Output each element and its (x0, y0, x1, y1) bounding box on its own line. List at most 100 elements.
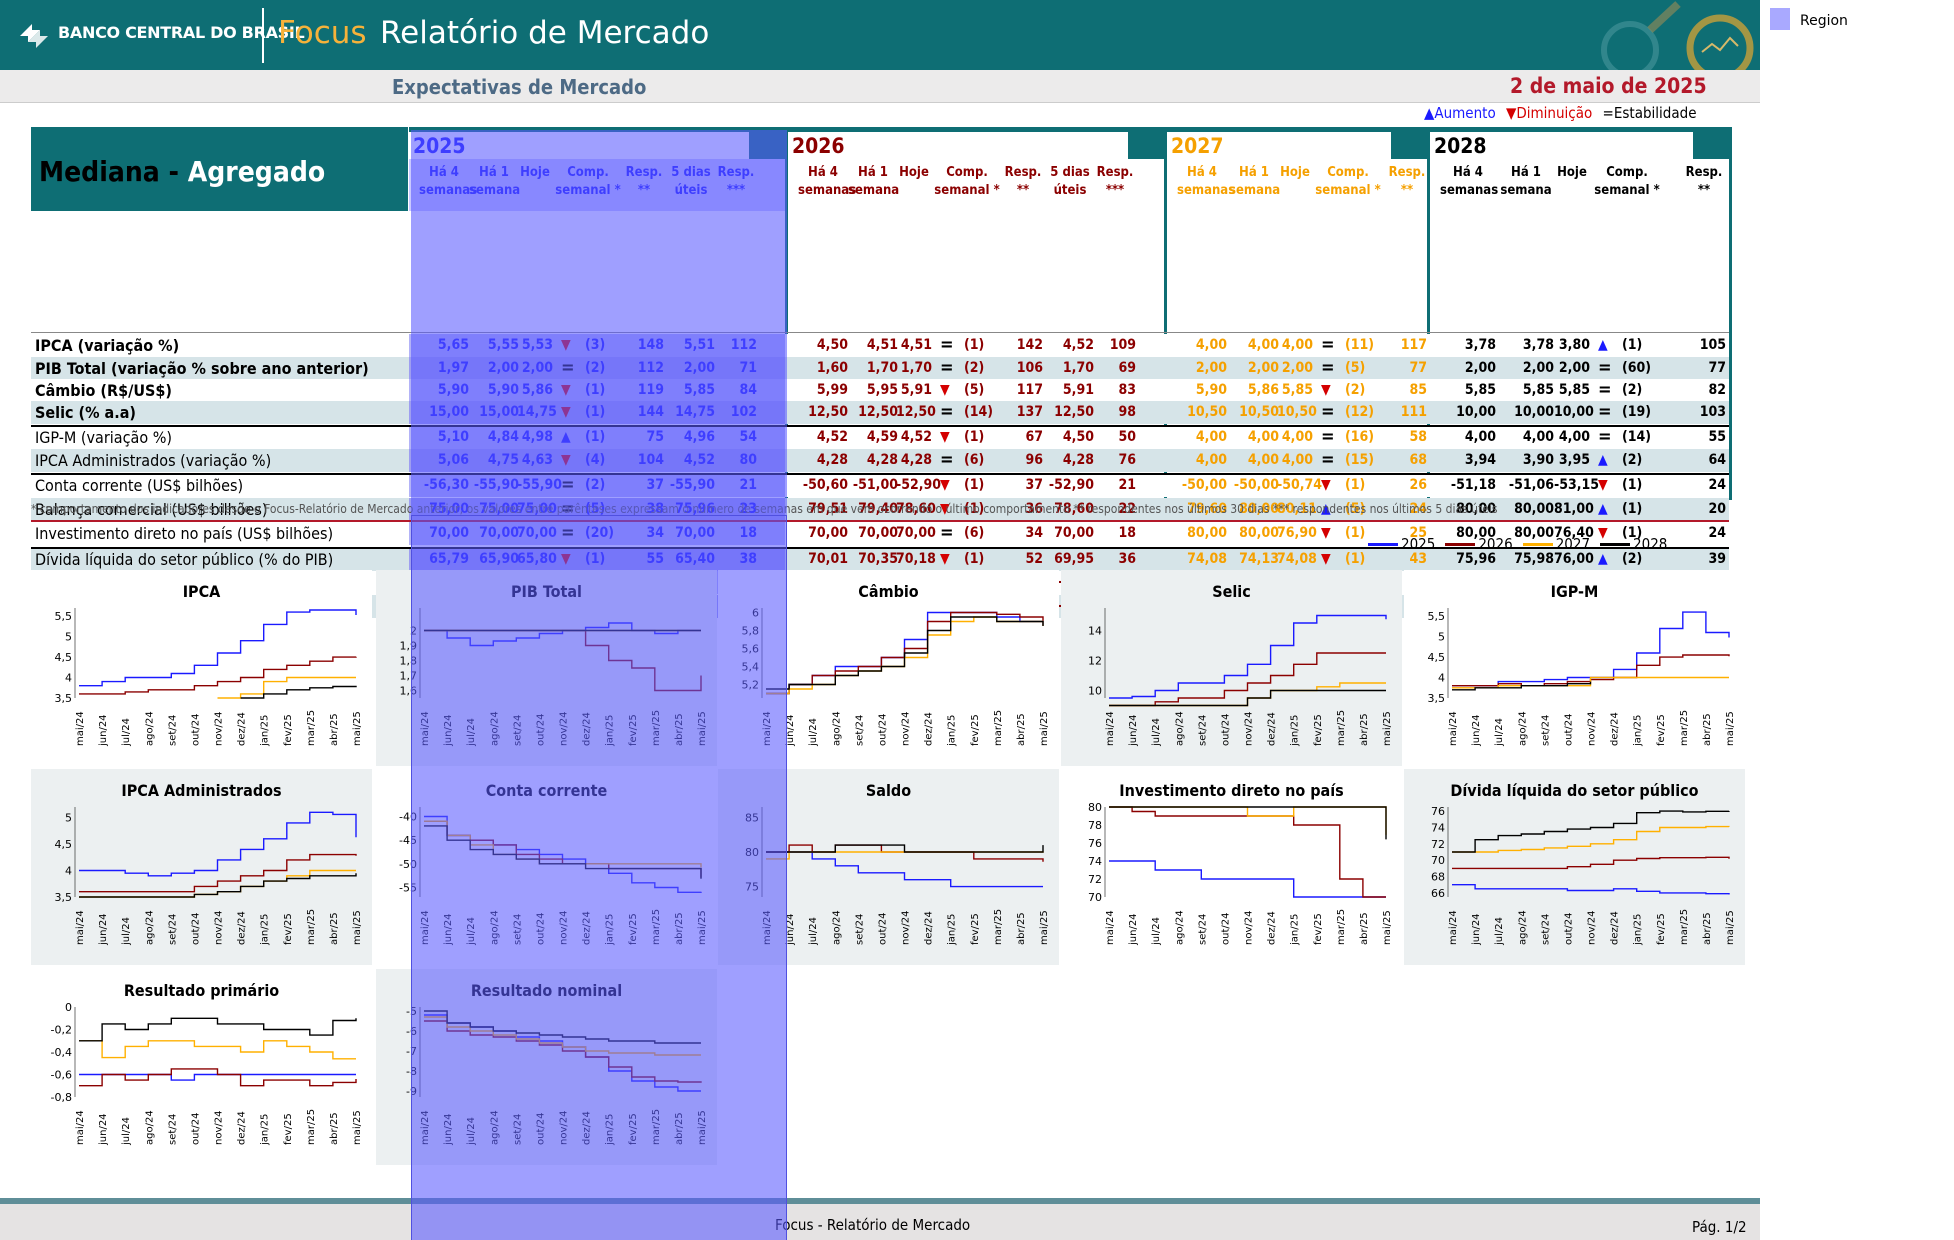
column-header-line1: Há 4 (808, 165, 838, 180)
column-header-line1: Há 1 (858, 165, 888, 180)
x-tick-label: jun/24 (1128, 913, 1139, 946)
column-header: Há 4 semanas (1440, 164, 1498, 200)
row-label: Câmbio (R$/US$) (35, 381, 172, 400)
x-tick-label: nov/24 (214, 712, 225, 746)
trend-icon: = (1598, 426, 1612, 447)
chart-svg: 5 4,5 4 3,5mai/24 jun/24 jul/24 ago/24 set/24 ou… (55, 807, 363, 946)
trend-icon: ▲ (1598, 452, 1608, 468)
y-tick-label: 4 (1438, 672, 1445, 685)
weeks-cell: (15) (1345, 452, 1375, 468)
chart-svg: 80 78 76 74 72 70mai/24 jun/24 jul/24 ago/24 set/… (1088, 801, 1393, 946)
weeks-cell: (1) (964, 477, 985, 493)
table-cell: 69,95 (1054, 551, 1094, 567)
table-cell: 85 (1409, 382, 1427, 398)
table-title-b: Agregado (187, 155, 326, 188)
weeks-cell: (16) (1345, 429, 1375, 445)
series-line-2025 (79, 811, 357, 877)
weeks-cell: (1) (1622, 501, 1643, 517)
table-cell: 4,00 (1247, 337, 1279, 353)
y-tick-label: -0,6 (51, 1069, 72, 1082)
column-header-line2: ** (1400, 183, 1414, 198)
x-tick-label: mar/25 (306, 710, 317, 746)
table-cell: 24 (1708, 525, 1726, 541)
x-tick-label: out/24 (1220, 913, 1231, 945)
x-tick-label: nov/24 (214, 911, 225, 945)
x-tick-label: mai/25 (352, 711, 363, 746)
column-header: Comp. semanal * (1315, 164, 1381, 200)
column-header: Comp. semanal * (1592, 164, 1662, 200)
table-cell: 109 (1109, 337, 1136, 353)
row-label: Investimento direto no país (US$ bilhões… (35, 524, 334, 543)
weeks-cell: (1) (964, 337, 985, 353)
table-cell: 106 (1016, 360, 1043, 376)
column-header: Há 4 semanas (1177, 164, 1235, 200)
x-tick-label: nov/24 (1587, 911, 1598, 945)
table-row: IPCA Administrados (variação %)5,064,754… (31, 449, 1729, 472)
legend-swatch-2028 (1600, 543, 1631, 546)
x-tick-label: set/24 (167, 715, 178, 746)
column-header-line2: semana (848, 183, 900, 198)
table-cell: 68 (1409, 452, 1427, 468)
y-tick-label: 5,5 (55, 610, 73, 623)
x-tick-label: mar/25 (1336, 909, 1347, 945)
x-tick-label: jun/24 (1471, 913, 1482, 946)
x-tick-label: jan/25 (947, 715, 958, 747)
column-header-line1: Resp. (1388, 165, 1426, 180)
table-cell: 5,91 (1062, 382, 1094, 398)
table-cell: 81,00 (1554, 501, 1594, 517)
x-tick-label: dez/24 (237, 911, 248, 945)
table-cell: 75,98 (1514, 551, 1554, 567)
x-tick-label: ago/24 (1174, 711, 1185, 746)
x-tick-label: mai/25 (1382, 910, 1393, 945)
y-tick-label: 76 (1431, 805, 1445, 818)
x-tick-label: nov/24 (1587, 712, 1598, 746)
y-tick-label: 70 (1431, 854, 1445, 867)
trend-icon: ▼ (940, 477, 950, 493)
table-cell: 4,28 (1062, 452, 1094, 468)
y-tick-label: 74 (1431, 821, 1445, 834)
table-cell: 10,00 (1456, 404, 1496, 420)
trend-icon: ▼ (940, 429, 950, 445)
column-header-line1: Há 4 (1187, 165, 1217, 180)
x-tick-label: mai/24 (1448, 711, 1459, 746)
table-row: Selic (% a.a)15,0015,0014,75▼(1)14414,75… (31, 401, 1729, 424)
table-cell: 4,52 (900, 429, 932, 445)
table-cell: 77 (1708, 360, 1726, 376)
x-tick-label: set/24 (167, 1114, 178, 1145)
table-cell: 70,00 (896, 525, 936, 541)
table-cell: -51,06 (1508, 477, 1554, 493)
table-cell: 24 (1708, 477, 1726, 493)
table-cell: 98 (1118, 404, 1136, 420)
table-cell: -51,18 (1450, 477, 1496, 493)
table-cell: 4,00 (1247, 429, 1279, 445)
decorative-magnifier-icon (1601, 1, 1754, 70)
legend-swatch-2025 (1368, 543, 1398, 546)
table-cell: 105 (1699, 337, 1726, 353)
table-row: Câmbio (R$/US$)5,905,905,86▼(1)1195,8584… (31, 379, 1729, 402)
x-tick-label: nov/24 (901, 911, 912, 945)
column-header: Há 1 semana (1229, 164, 1280, 200)
column-header: Hoje (1554, 164, 1590, 182)
table-cell: 20 (1708, 501, 1726, 517)
x-tick-label: set/24 (1540, 715, 1551, 746)
table-cell: 3,78 (1522, 337, 1554, 353)
x-tick-label: fev/25 (1656, 714, 1667, 746)
table-cell: 36 (1118, 551, 1136, 567)
series-line-2028 (79, 1017, 357, 1042)
table-cell: 3,94 (1464, 452, 1496, 468)
table-cell: 4,52 (1062, 337, 1094, 353)
x-tick-label: abr/25 (329, 713, 340, 746)
series-line-2028 (1109, 689, 1386, 707)
x-tick-label: fev/25 (970, 913, 981, 945)
x-tick-label: fev/25 (1656, 913, 1667, 945)
column-header-line1: Resp. (1096, 165, 1134, 180)
table-cell: 4,00 (1558, 429, 1590, 445)
year-label-2026: 2026 (788, 132, 1128, 159)
column-header: 5 dias úteis (1046, 164, 1094, 200)
table-cell: 4,50 (1062, 429, 1094, 445)
x-tick-label: set/24 (1197, 914, 1208, 945)
trend-icon: ▲ (1598, 551, 1608, 567)
table-cell: 4,00 (1281, 337, 1313, 353)
x-tick-label: dez/24 (1610, 712, 1621, 746)
table-cell: 76 (1118, 452, 1136, 468)
